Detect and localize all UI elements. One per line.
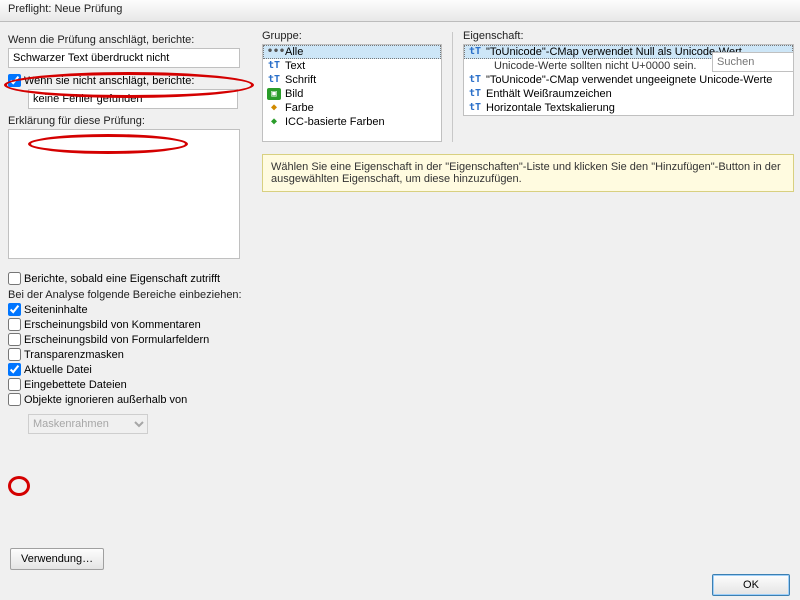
explain-textarea[interactable] bbox=[8, 129, 240, 259]
all-icon: ••• bbox=[267, 46, 281, 58]
color-icon: ◆ bbox=[267, 102, 281, 114]
prop-item-1[interactable]: tT"ToUnicode"-CMap verwendet ungeeignete… bbox=[464, 73, 793, 87]
label-areas: Bei der Analyse folgende Bereiche einbez… bbox=[8, 289, 252, 301]
chk-transp[interactable] bbox=[8, 348, 21, 361]
prop-item-3[interactable]: tTHorizontale Textskalierung bbox=[464, 101, 793, 115]
tt-icon: tT bbox=[468, 88, 482, 100]
font-icon: tT bbox=[267, 74, 281, 86]
group-item-schrift[interactable]: tTSchrift bbox=[263, 73, 441, 87]
tt-icon: tT bbox=[468, 46, 482, 58]
nohit-text-input[interactable] bbox=[28, 89, 238, 109]
group-item-alle[interactable]: •••Alle bbox=[263, 45, 441, 59]
annotation-oval-3 bbox=[8, 476, 30, 496]
group-item-farbe[interactable]: ◆Farbe bbox=[263, 101, 441, 115]
group-listbox[interactable]: •••Alle tTText tTSchrift ▣Bild ◆Farbe ◆I… bbox=[262, 44, 442, 142]
tt-icon: tT bbox=[468, 102, 482, 114]
chk-anyprop-label: Berichte, sobald eine Eigenschaft zutrif… bbox=[24, 273, 220, 285]
prop-item-2[interactable]: tTEnthält Weißraumzeichen bbox=[464, 87, 793, 101]
chk-ignoreobj-label: Objekte ignorieren außerhalb von bbox=[24, 394, 187, 406]
label-group: Gruppe: bbox=[262, 30, 442, 42]
window-title: Preflight: Neue Prüfung bbox=[0, 0, 800, 22]
text-icon: tT bbox=[267, 60, 281, 72]
group-item-text[interactable]: tTText bbox=[263, 59, 441, 73]
chk-annots[interactable] bbox=[8, 318, 21, 331]
separator bbox=[452, 32, 453, 142]
chk-anyprop[interactable] bbox=[8, 272, 21, 285]
chk-embedded-label: Eingebettete Dateien bbox=[24, 379, 127, 391]
right-pane: Gruppe: •••Alle tTText tTSchrift ▣Bild ◆… bbox=[260, 22, 800, 570]
group-item-icc[interactable]: ◆ICC-basierte Farben bbox=[263, 115, 441, 129]
chk-curfile-label: Aktuelle Datei bbox=[24, 364, 92, 376]
usage-button[interactable]: Verwendung… bbox=[10, 548, 104, 570]
hint-box: Wählen Sie eine Eigenschaft in der "Eige… bbox=[262, 154, 794, 192]
chk-formfields[interactable] bbox=[8, 333, 21, 346]
search-input[interactable] bbox=[712, 52, 794, 72]
chk-formfields-label: Erscheinungsbild von Formularfeldern bbox=[24, 334, 209, 346]
group-item-bild[interactable]: ▣Bild bbox=[263, 87, 441, 101]
chk-pagecontent-label: Seiteninhalte bbox=[24, 304, 88, 316]
mask-select: Maskenrahmen bbox=[28, 414, 148, 434]
chk-nohit[interactable] bbox=[8, 74, 21, 87]
chk-pagecontent[interactable] bbox=[8, 303, 21, 316]
left-pane: Wenn die Prüfung anschlägt, berichte: We… bbox=[0, 22, 260, 570]
chk-ignoreobj[interactable] bbox=[8, 393, 21, 406]
tt-icon: tT bbox=[468, 74, 482, 86]
chk-curfile[interactable] bbox=[8, 363, 21, 376]
icc-icon: ◆ bbox=[267, 116, 281, 128]
label-explain: Erklärung für diese Prüfung: bbox=[8, 115, 252, 127]
label-hit: Wenn die Prüfung anschlägt, berichte: bbox=[8, 34, 252, 46]
chk-annots-label: Erscheinungsbild von Kommentaren bbox=[24, 319, 201, 331]
chk-nohit-label: Wenn sie nicht anschlägt, berichte: bbox=[24, 75, 194, 87]
chk-transp-label: Transparenzmasken bbox=[24, 349, 124, 361]
chk-embedded[interactable] bbox=[8, 378, 21, 391]
ok-button[interactable]: OK bbox=[712, 574, 790, 596]
label-prop: Eigenschaft: bbox=[463, 30, 794, 42]
hit-text-input[interactable] bbox=[8, 48, 240, 68]
image-icon: ▣ bbox=[267, 88, 281, 100]
